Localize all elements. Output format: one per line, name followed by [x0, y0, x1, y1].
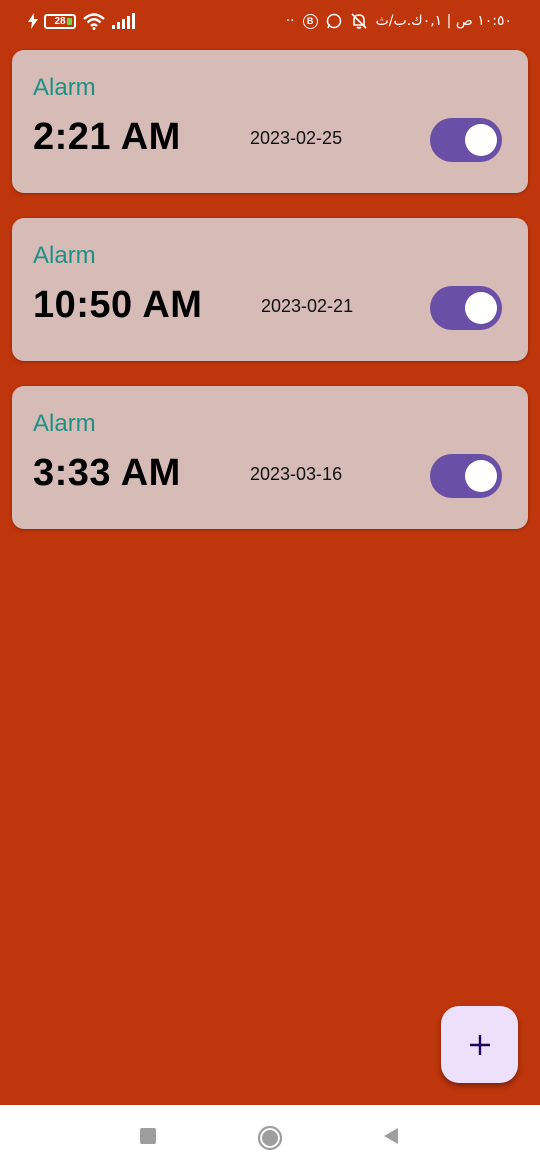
- alarm-time: 3:33 AM: [33, 452, 181, 494]
- alarm-time: 10:50 AM: [33, 284, 203, 326]
- navigation-bar: [0, 1105, 540, 1170]
- status-bar: 28 ·· B ١٠:٥٠ ص | ٠,١ك.ب/ث: [0, 0, 540, 46]
- battery-level: 28: [54, 15, 66, 27]
- alarm-label: Alarm: [33, 74, 96, 101]
- status-bar-left: 28: [28, 12, 136, 30]
- status-bar-right: ·· B ١٠:٥٠ ص | ٠,١ك.ب/ث: [286, 12, 512, 30]
- alarm-card[interactable]: Alarm 2:21 AM 2023-02-25: [12, 50, 528, 193]
- alarm-date: 2023-02-21: [261, 296, 354, 316]
- home-circle-icon[interactable]: [257, 1125, 283, 1151]
- alarm-label: Alarm: [33, 242, 96, 269]
- status-dots: ··: [285, 13, 295, 29]
- dnd-bell-off-icon: [351, 13, 367, 29]
- whatsapp-icon: [326, 13, 341, 29]
- alarm-card[interactable]: Alarm 10:50 AM 2023-02-21: [12, 218, 528, 361]
- signal-icon: [112, 13, 135, 29]
- battery-icon: 28: [44, 13, 76, 29]
- alarm-time: 2:21 AM: [33, 116, 181, 158]
- status-time-speed: ١٠:٥٠ ص | ٠,١ك.ب/ث: [375, 13, 512, 29]
- toggle-knob: [465, 460, 497, 492]
- alarm-date: 2023-02-25: [250, 128, 343, 148]
- alarm-toggle[interactable]: [430, 454, 502, 498]
- toggle-knob: [465, 124, 497, 156]
- recents-square-icon[interactable]: [139, 1127, 157, 1145]
- alarm-date: 2023-03-16: [250, 464, 343, 484]
- wifi-icon: [83, 13, 105, 30]
- add-alarm-button[interactable]: [441, 1006, 518, 1083]
- alarm-card[interactable]: Alarm 3:33 AM 2023-03-16: [12, 386, 528, 529]
- b-badge-icon: B: [302, 13, 318, 29]
- alarm-label: Alarm: [33, 410, 96, 437]
- alarm-toggle[interactable]: [430, 286, 502, 330]
- alarm-toggle[interactable]: [430, 118, 502, 162]
- plus-icon: [469, 1034, 490, 1055]
- charging-bolt-icon: [28, 13, 38, 29]
- toggle-knob: [465, 292, 497, 324]
- back-triangle-icon[interactable]: [382, 1127, 400, 1145]
- alarm-list: Alarm 2:21 AM 2023-02-25 Alarm 10:50 AM …: [12, 50, 528, 554]
